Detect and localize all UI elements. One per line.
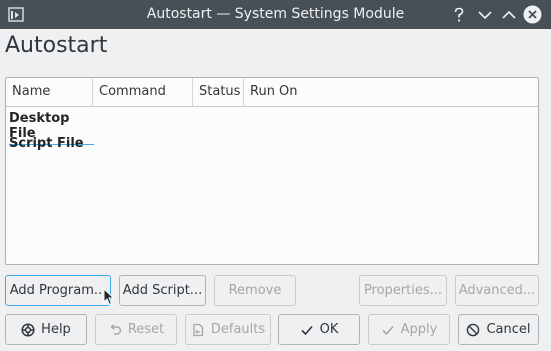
minimize-icon[interactable]	[475, 5, 494, 24]
apply-label: Apply	[400, 322, 438, 337]
question-icon[interactable]	[449, 5, 468, 24]
list-item-script-file[interactable]: Script File	[9, 136, 84, 151]
help-button[interactable]: Help	[5, 314, 87, 345]
add-program-button[interactable]: Add Program...	[5, 275, 111, 306]
help-label: Help	[41, 322, 71, 337]
window-titlebar[interactable]: Autostart — System Settings Module	[0, 0, 551, 29]
apply-button[interactable]: Apply	[368, 314, 450, 345]
lifebuoy-icon	[21, 322, 35, 337]
document-revert-icon	[191, 323, 205, 337]
autostart-list[interactable]: Name Command Status Run On Desktop File …	[5, 77, 539, 265]
cancel-label: Cancel	[486, 322, 531, 337]
column-header-name[interactable]: Name	[6, 78, 93, 106]
defaults-label: Defaults	[210, 322, 266, 337]
close-icon[interactable]	[523, 5, 542, 24]
column-header-run-on[interactable]: Run On	[244, 78, 538, 106]
mouse-cursor-icon	[103, 287, 115, 306]
reset-label: Reset	[127, 322, 165, 337]
column-header-command[interactable]: Command	[93, 78, 193, 106]
add-script-button[interactable]: Add Script...	[119, 275, 206, 306]
list-header: Name Command Status Run On	[6, 78, 538, 107]
ok-button[interactable]: OK	[278, 314, 360, 345]
maximize-icon[interactable]	[499, 5, 518, 24]
properties-button[interactable]: Properties...	[359, 275, 447, 306]
advanced-button[interactable]: Advanced...	[455, 275, 539, 306]
ok-label: OK	[319, 322, 339, 337]
column-header-status[interactable]: Status	[193, 78, 244, 106]
checkmark-icon	[300, 323, 314, 337]
page-title: Autostart	[5, 33, 108, 58]
window-title: Autostart — System Settings Module	[146, 6, 405, 22]
defaults-button[interactable]: Defaults	[185, 314, 271, 345]
cancel-button[interactable]: Cancel	[458, 314, 539, 345]
cancel-icon	[466, 323, 480, 337]
undo-icon	[108, 323, 122, 337]
checkmark-icon	[381, 323, 395, 337]
reset-button[interactable]: Reset	[95, 314, 177, 345]
remove-button[interactable]: Remove	[214, 275, 296, 306]
